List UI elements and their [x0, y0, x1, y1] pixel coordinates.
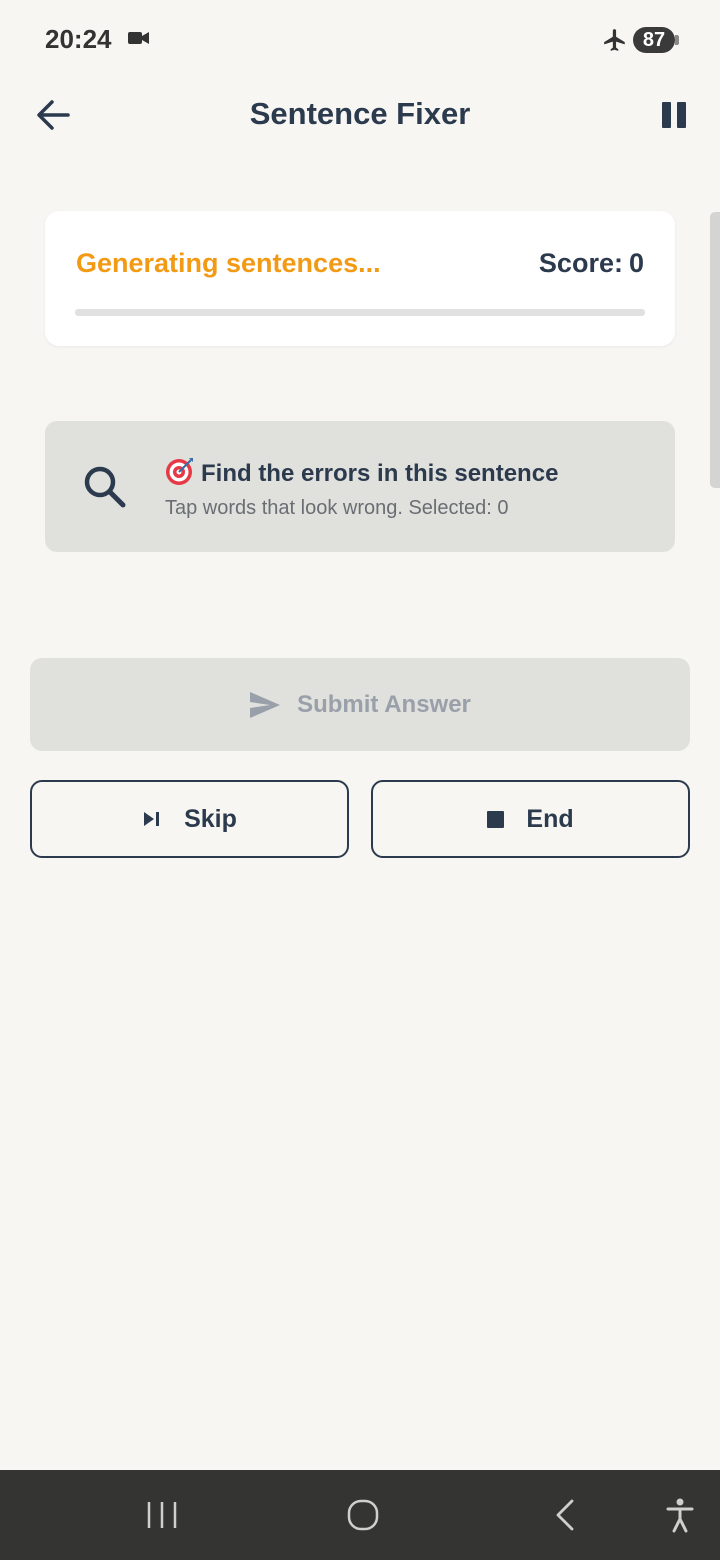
airplane-mode-icon [602, 27, 628, 58]
system-navigation-bar [0, 1470, 720, 1560]
target-icon [166, 458, 193, 485]
search-icon [84, 466, 126, 508]
accessibility-icon [666, 1498, 694, 1533]
pause-button[interactable] [660, 98, 690, 132]
battery-level: 87 [642, 29, 666, 51]
status-time: 20:24 [45, 24, 112, 54]
instruction-title-text: Find the errors in this sentence [201, 460, 559, 487]
submit-answer-button[interactable]: Submit Answer [30, 658, 690, 751]
scrollbar[interactable] [710, 212, 720, 488]
page-title: Sentence Fixer [249, 96, 471, 131]
submit-answer-label: Submit Answer [297, 690, 471, 718]
accessibility-button[interactable] [655, 1470, 705, 1560]
generating-status: Generating sentences... [76, 248, 381, 278]
home-button[interactable] [333, 1470, 393, 1560]
score-card: Generating sentences... Score: 0 [45, 211, 675, 346]
end-button[interactable]: End [371, 780, 690, 858]
skip-label: Skip [184, 804, 237, 833]
score-value: 0 [628, 248, 644, 278]
stop-icon [487, 810, 505, 828]
battery-indicator: 87 [633, 27, 679, 53]
chevron-left-icon [556, 1499, 574, 1531]
recent-apps-button[interactable] [132, 1470, 192, 1560]
progress-bar [75, 309, 645, 316]
home-icon [347, 1499, 379, 1531]
system-back-button[interactable] [535, 1470, 595, 1560]
battery-tip [675, 35, 679, 45]
status-bar: 20:24 87 [0, 0, 720, 80]
skip-button[interactable]: Skip [30, 780, 349, 858]
score-label: Score: [538, 248, 623, 278]
instruction-card: Find the errors in this sentence Tap wor… [45, 421, 675, 552]
pause-icon-bar [677, 102, 686, 128]
instruction-title: Find the errors in this sentence [165, 456, 558, 488]
app-bar: Sentence Fixer [0, 80, 720, 150]
send-icon [250, 691, 281, 718]
video-camera-icon [128, 30, 150, 51]
score-display: Score: 0 [539, 248, 644, 279]
end-label: End [526, 804, 574, 833]
skip-next-icon [142, 810, 162, 828]
recent-apps-icon [147, 1502, 177, 1528]
instruction-subtitle: Tap words that look wrong. Selected: 0 [165, 497, 509, 519]
pause-icon [662, 102, 671, 128]
